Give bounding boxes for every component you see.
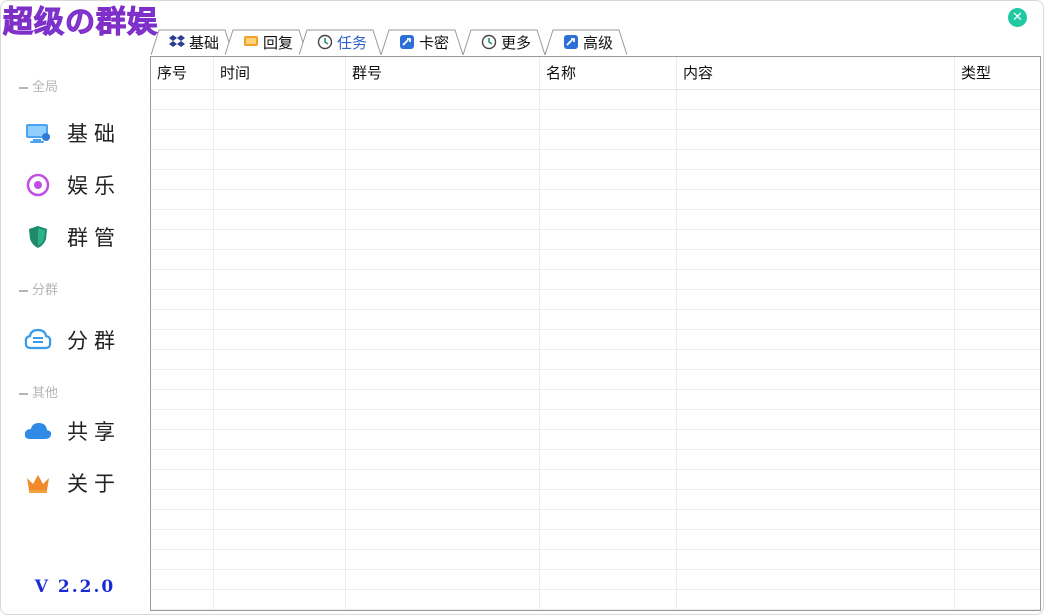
app-window: 超级の群娱 ✕ 全局 基础 娱乐 群管 分群 分群 其他 共享 关于 V 2.2… bbox=[0, 0, 1044, 615]
sidebar-item-entertainment[interactable]: 娱乐 bbox=[23, 170, 143, 200]
sidebar-item-about[interactable]: 关于 bbox=[23, 468, 143, 498]
table-row-divider bbox=[151, 169, 1040, 170]
key-card-icon bbox=[399, 34, 415, 50]
tab-reply[interactable]: 回复 bbox=[225, 29, 307, 55]
tab-card-key[interactable]: 卡密 bbox=[381, 29, 463, 55]
table-row-divider bbox=[151, 429, 1040, 430]
table-row-divider bbox=[151, 609, 1040, 610]
clock-icon bbox=[317, 34, 333, 50]
table-row-divider bbox=[151, 109, 1040, 110]
chat-bubble-icon bbox=[243, 34, 259, 50]
column-header-type[interactable]: 类型 bbox=[955, 57, 1040, 89]
table-row-divider bbox=[151, 189, 1040, 190]
crown-icon bbox=[23, 471, 53, 495]
column-header-index[interactable]: 序号 bbox=[151, 57, 213, 89]
sidebar-item-basic[interactable]: 基础 bbox=[23, 118, 143, 148]
table-row-divider bbox=[151, 129, 1040, 130]
shield-icon bbox=[23, 225, 53, 249]
table-row-divider bbox=[151, 269, 1040, 270]
tab-more[interactable]: 更多 bbox=[463, 29, 545, 55]
table-row-divider bbox=[151, 229, 1040, 230]
cloud-icon bbox=[23, 419, 53, 443]
table-row-divider bbox=[151, 529, 1040, 530]
tab-bar: 基础 回复 任务 卡密 更多 高级 bbox=[151, 26, 1041, 55]
sidebar-item-subgroup[interactable]: 分群 bbox=[23, 325, 143, 355]
table-row-divider bbox=[151, 589, 1040, 590]
key-card-icon bbox=[563, 34, 579, 50]
column-header-content[interactable]: 内容 bbox=[677, 57, 954, 89]
target-circle-icon bbox=[23, 173, 53, 197]
table-row-divider bbox=[151, 549, 1040, 550]
table-row-divider bbox=[151, 449, 1040, 450]
version-label: V 2.2.0 bbox=[34, 577, 116, 597]
section-title-group: 分群 bbox=[19, 279, 58, 298]
column-header-time[interactable]: 时间 bbox=[214, 57, 345, 89]
tab-tasks[interactable]: 任务 bbox=[299, 29, 381, 55]
table-row-divider bbox=[151, 289, 1040, 290]
sidebar: 全局 基础 娱乐 群管 分群 分群 其他 共享 关于 V 2.2.0 bbox=[1, 56, 149, 611]
table-header: 序号 时间 群号 名称 内容 类型 bbox=[151, 57, 1040, 90]
table-row-divider bbox=[151, 509, 1040, 510]
column-header-group-id[interactable]: 群号 bbox=[346, 57, 539, 89]
column-header-name[interactable]: 名称 bbox=[540, 57, 676, 89]
tab-basic[interactable]: 基础 bbox=[151, 29, 233, 55]
table-row-divider bbox=[151, 409, 1040, 410]
table-row-divider bbox=[151, 389, 1040, 390]
table-row-divider bbox=[151, 309, 1040, 310]
close-button[interactable]: ✕ bbox=[1008, 8, 1027, 27]
section-title-global: 全局 bbox=[19, 76, 58, 95]
sidebar-item-group-admin[interactable]: 群管 bbox=[23, 222, 143, 252]
table-row-divider bbox=[151, 489, 1040, 490]
table-row-divider bbox=[151, 209, 1040, 210]
clock-icon bbox=[481, 34, 497, 50]
table-row-divider bbox=[151, 569, 1040, 570]
section-title-other: 其他 bbox=[19, 382, 58, 401]
task-table[interactable]: 序号 时间 群号 名称 内容 类型 bbox=[150, 56, 1041, 611]
cloud-chat-icon bbox=[23, 328, 53, 352]
table-row-divider bbox=[151, 469, 1040, 470]
table-row-divider bbox=[151, 349, 1040, 350]
tab-advanced[interactable]: 高级 bbox=[545, 29, 627, 55]
table-row-divider bbox=[151, 149, 1040, 150]
table-row-divider bbox=[151, 249, 1040, 250]
dropbox-icon bbox=[169, 34, 185, 50]
monitor-icon bbox=[23, 121, 53, 145]
table-row-divider bbox=[151, 329, 1040, 330]
sidebar-item-share[interactable]: 共享 bbox=[23, 416, 143, 446]
table-row-divider bbox=[151, 369, 1040, 370]
app-logo: 超级の群娱 bbox=[3, 3, 158, 43]
